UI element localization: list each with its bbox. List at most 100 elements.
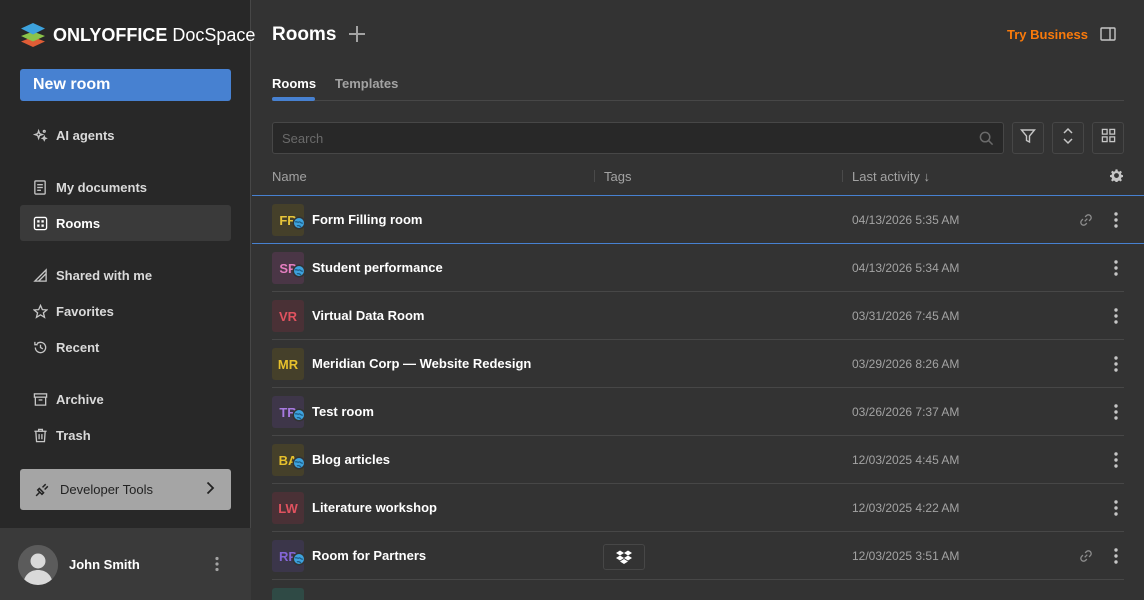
sidebar-item-my-documents[interactable]: My documents xyxy=(20,169,231,205)
more-options-icon[interactable] xyxy=(1112,259,1120,277)
more-options-icon[interactable] xyxy=(1112,451,1120,469)
last-activity-date: 04/13/2026 5:34 AM xyxy=(852,261,960,275)
logo-product: DocSpace xyxy=(172,24,256,45)
column-header-last-activity[interactable]: Last activity ↓ xyxy=(852,169,930,184)
shared-icon xyxy=(32,267,48,283)
link-icon[interactable] xyxy=(1079,213,1093,227)
column-resize-handle[interactable] xyxy=(842,170,843,182)
user-name: John Smith xyxy=(69,557,140,572)
room-logo xyxy=(272,588,304,600)
room-name[interactable]: Virtual Data Room xyxy=(312,308,424,323)
sidebar-item-label: Archive xyxy=(56,391,104,407)
new-room-button[interactable]: New room xyxy=(20,69,231,101)
tabs-bar: Rooms Templates xyxy=(272,68,1124,101)
column-resize-handle[interactable] xyxy=(594,170,595,182)
sidebar-item-recent[interactable]: Recent xyxy=(20,329,231,365)
room-name[interactable]: Room for Partners xyxy=(312,548,426,563)
onlyoffice-logo-icon xyxy=(20,22,46,48)
app-logo[interactable]: ONLYOFFICE DocSpace xyxy=(20,22,255,48)
room-name[interactable]: Student performance xyxy=(312,260,443,275)
last-activity-date: 12/03/2025 4:22 AM xyxy=(852,501,960,515)
dropbox-icon xyxy=(616,550,632,564)
add-icon[interactable] xyxy=(348,25,366,43)
table-row[interactable]: LW Literature workshop 12/03/2025 4:22 AM xyxy=(272,484,1124,532)
last-activity-date: 03/31/2026 7:45 AM xyxy=(852,309,960,323)
search-icon[interactable] xyxy=(979,131,994,146)
sidebar-item-rooms[interactable]: Rooms xyxy=(20,205,231,241)
public-room-globe-icon xyxy=(292,216,306,230)
sidebar-item-archive[interactable]: Archive xyxy=(20,381,231,417)
public-room-globe-icon xyxy=(292,408,306,422)
more-options-icon[interactable] xyxy=(211,556,223,572)
search-box xyxy=(272,122,1004,154)
sidebar-item-ai-agents[interactable]: AI agents xyxy=(20,117,231,153)
sidebar-item-label: Shared with me xyxy=(56,267,153,283)
star-icon xyxy=(32,303,48,319)
sidebar-item-label: Trash xyxy=(56,427,91,443)
last-activity-date: 03/29/2026 8:26 AM xyxy=(852,357,960,371)
table-row[interactable]: RP Room for Partners 12/03/2025 3:51 AM xyxy=(272,532,1124,580)
table-row[interactable]: VR Virtual Data Room 03/31/2026 7:45 AM xyxy=(272,292,1124,340)
room-name[interactable]: Meridian Corp — Website Redesign xyxy=(312,356,531,371)
room-name[interactable]: Blog articles xyxy=(312,452,390,467)
filter-icon xyxy=(1020,128,1036,149)
room-tag-storage[interactable] xyxy=(603,544,645,570)
sort-button[interactable] xyxy=(1052,122,1084,154)
public-room-globe-icon xyxy=(292,552,306,566)
more-options-icon[interactable] xyxy=(1112,355,1120,373)
sidebar-item-favorites[interactable]: Favorites xyxy=(20,293,231,329)
column-header-name[interactable]: Name xyxy=(272,169,307,184)
room-name[interactable]: Test room xyxy=(312,404,374,419)
column-header-tags[interactable]: Tags xyxy=(604,169,631,184)
user-profile[interactable]: John Smith xyxy=(0,528,251,600)
logo-brand: ONLYOFFICE xyxy=(53,24,168,45)
developer-tools-icon xyxy=(34,481,51,498)
info-panel-icon[interactable] xyxy=(1100,27,1116,41)
rooms-icon xyxy=(32,215,48,231)
room-name[interactable]: Literature workshop xyxy=(312,500,437,515)
ai-agents-icon xyxy=(32,127,48,143)
more-options-icon[interactable] xyxy=(1112,211,1120,229)
link-icon[interactable] xyxy=(1079,549,1093,563)
table-header: Name Tags Last activity ↓ xyxy=(272,162,1124,196)
sidebar-item-label: Favorites xyxy=(56,303,114,319)
page-title: Rooms xyxy=(272,24,337,45)
public-room-globe-icon xyxy=(292,456,306,470)
table-row-partial[interactable] xyxy=(272,580,1124,600)
room-logo: MR xyxy=(272,348,304,380)
room-name[interactable]: Form Filling room xyxy=(312,212,423,227)
sidebar: ONLYOFFICE DocSpace New room AI agents M… xyxy=(0,0,255,600)
sidebar-item-label: My documents xyxy=(56,179,148,195)
tab-templates[interactable]: Templates xyxy=(335,76,398,91)
table-row[interactable]: SP Student performance 04/13/2026 5:34 AM xyxy=(272,244,1124,292)
sidebar-item-label: Rooms xyxy=(56,215,101,231)
more-options-icon[interactable] xyxy=(1112,547,1120,565)
last-activity-date: 12/03/2025 4:45 AM xyxy=(852,453,960,467)
sidebar-item-trash[interactable]: Trash xyxy=(20,417,231,453)
try-business-link[interactable]: Try Business xyxy=(1007,27,1088,42)
table-row[interactable]: FR Form Filling room 04/13/2026 5:35 AM xyxy=(252,196,1144,244)
table-row[interactable]: TR Test room 03/26/2026 7:37 AM xyxy=(272,388,1124,436)
history-icon xyxy=(32,339,48,355)
view-toggle-button[interactable] xyxy=(1092,122,1124,154)
more-options-icon[interactable] xyxy=(1112,499,1120,517)
main-content: Rooms Try Business Rooms Templates Name … xyxy=(252,0,1144,600)
developer-tools-button[interactable]: Developer Tools xyxy=(20,469,231,510)
room-logo: VR xyxy=(272,300,304,332)
search-input[interactable] xyxy=(273,123,1003,153)
archive-icon xyxy=(32,391,48,407)
more-options-icon[interactable] xyxy=(1112,403,1120,421)
filter-button[interactable] xyxy=(1012,122,1044,154)
more-options-icon[interactable] xyxy=(1112,307,1120,325)
sidebar-item-shared-with-me[interactable]: Shared with me xyxy=(20,257,231,293)
sidebar-item-label: AI agents xyxy=(56,127,115,143)
avatar[interactable] xyxy=(18,545,58,585)
table-row[interactable]: MR Meridian Corp — Website Redesign 03/29/… xyxy=(272,340,1124,388)
room-logo: LW xyxy=(272,492,304,524)
table-settings-icon[interactable] xyxy=(1110,169,1123,187)
table-row[interactable]: BA Blog articles 12/03/2025 4:45 AM xyxy=(272,436,1124,484)
last-activity-date: 12/03/2025 3:51 AM xyxy=(852,549,960,563)
last-activity-date: 04/13/2026 5:35 AM xyxy=(852,213,960,227)
public-room-globe-icon xyxy=(292,264,306,278)
tab-rooms[interactable]: Rooms xyxy=(272,76,316,91)
